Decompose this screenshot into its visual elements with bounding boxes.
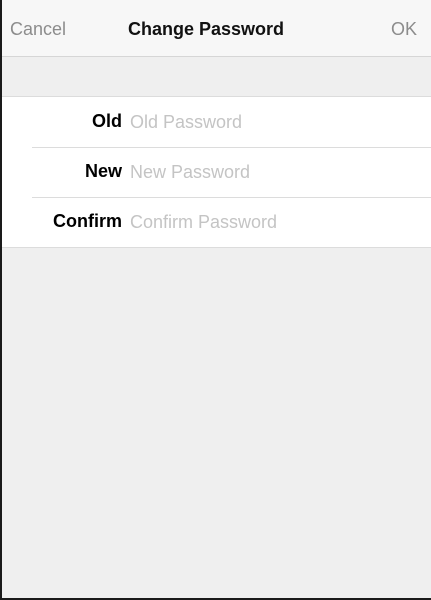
navigation-bar: Cancel Change Password OK (2, 0, 431, 57)
old-password-label: Old (92, 111, 122, 131)
old-password-field[interactable] (130, 108, 420, 136)
ok-button[interactable]: OK (391, 19, 417, 40)
old-password-row: Old (2, 97, 431, 147)
new-password-label: New (84, 161, 122, 181)
page-title: Change Password (128, 19, 285, 39)
new-password-field[interactable] (130, 158, 420, 186)
app-screen: Cancel Change Password OK Old New Confir… (0, 0, 431, 600)
confirm-password-field[interactable] (130, 208, 420, 236)
new-password-row: New (2, 147, 431, 197)
confirm-password-row: Confirm (2, 197, 431, 247)
password-form: Old New Confirm (2, 96, 431, 248)
cancel-button[interactable]: Cancel (10, 19, 66, 40)
confirm-password-label: Confirm (53, 211, 122, 231)
